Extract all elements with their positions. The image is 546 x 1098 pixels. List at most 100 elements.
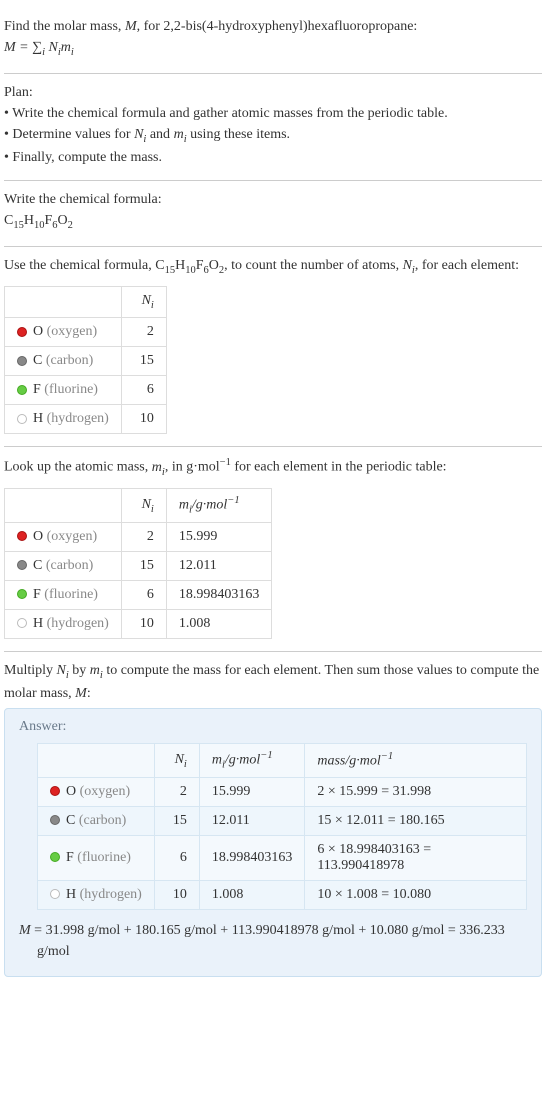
intro-line: Find the molar mass, M, for 2,2-bis(4-hy…	[4, 16, 542, 37]
table-row: F (fluorine) 6	[5, 375, 167, 404]
element-cell: C (carbon)	[38, 806, 155, 835]
count-formula: C15H10F6O2	[155, 258, 224, 273]
n-value: 2	[121, 317, 166, 346]
calc-value: 2 × 15.999 = 31.998	[305, 777, 527, 806]
table-header-row: Ni mi/g·mol−1 mass/g·mol−1	[38, 744, 527, 777]
element-dot-icon	[50, 852, 60, 862]
col-mass: mass/g·mol−1	[305, 744, 527, 777]
table-header-row: Ni mi/g·mol−1	[5, 489, 272, 522]
element-cell: F (fluorine)	[38, 835, 155, 880]
element-cell: C (carbon)	[5, 346, 122, 375]
count-section: Use the chemical formula, C15H10F6O2, to…	[4, 247, 542, 447]
table-row: H (hydrogen) 10	[5, 404, 167, 433]
element-cell: O (oxygen)	[5, 317, 122, 346]
intro-M: M	[125, 19, 137, 34]
table-row: O (oxygen) 2 15.999 2 × 15.999 = 31.998	[38, 777, 527, 806]
n-value: 15	[121, 551, 166, 580]
col-element	[5, 489, 122, 522]
m-value: 18.998403163	[166, 580, 272, 609]
element-dot-icon	[17, 356, 27, 366]
element-dot-icon	[50, 786, 60, 796]
table-row: O (oxygen) 2	[5, 317, 167, 346]
formula-heading: Write the chemical formula:	[4, 189, 542, 210]
answer-label: Answer:	[19, 719, 527, 735]
plan-bullet-1: • Write the chemical formula and gather …	[4, 103, 542, 124]
table-row: H (hydrogen) 10 1.008 10 × 1.008 = 10.08…	[38, 880, 527, 909]
element-dot-icon	[17, 385, 27, 395]
element-dot-icon	[50, 815, 60, 825]
intro-text-b: , for 2,2-bis(4-hydroxyphenyl)hexafluoro…	[137, 19, 418, 34]
element-cell: H (hydrogen)	[38, 880, 155, 909]
n-value: 2	[154, 777, 199, 806]
m-value: 15.999	[199, 777, 305, 806]
element-dot-icon	[17, 560, 27, 570]
element-dot-icon	[17, 327, 27, 337]
answer-table: Ni mi/g·mol−1 mass/g·mol−1 O (oxygen) 2 …	[37, 743, 527, 909]
n-value: 10	[121, 404, 166, 433]
col-element	[38, 744, 155, 777]
n-value: 15	[121, 346, 166, 375]
m-value: 12.011	[166, 551, 272, 580]
m-value: 12.011	[199, 806, 305, 835]
col-Ni: Ni	[154, 744, 199, 777]
m-value: 1.008	[199, 880, 305, 909]
calc-value: 10 × 1.008 = 10.080	[305, 880, 527, 909]
element-cell: O (oxygen)	[38, 777, 155, 806]
table-row: C (carbon) 15 12.011 15 × 12.011 = 180.1…	[38, 806, 527, 835]
element-cell: O (oxygen)	[5, 522, 122, 551]
m-value: 18.998403163	[199, 835, 305, 880]
n-value: 10	[121, 609, 166, 638]
plan-heading: Plan:	[4, 82, 542, 103]
n-value: 6	[154, 835, 199, 880]
formula-section: Write the chemical formula: C15H10F6O2	[4, 181, 542, 247]
mass-text: Look up the atomic mass, mi, in g·mol−1 …	[4, 455, 542, 480]
var-mi: mi	[152, 460, 165, 475]
n-value: 6	[121, 375, 166, 404]
n-value: 10	[154, 880, 199, 909]
var-M: M	[75, 686, 87, 701]
table-row: H (hydrogen) 10 1.008	[5, 609, 272, 638]
calc-value: 6 × 18.998403163 = 113.990418978	[305, 835, 527, 880]
var-Ni: Ni	[403, 258, 415, 273]
n-value: 6	[121, 580, 166, 609]
answer-box: Answer: Ni mi/g·mol−1 mass/g·mol−1 O (ox…	[4, 708, 542, 976]
mass-section: Look up the atomic mass, mi, in g·mol−1 …	[4, 447, 542, 652]
var-Ni: Ni	[134, 127, 146, 142]
col-mi: mi/g·mol−1	[166, 489, 272, 522]
element-dot-icon	[50, 889, 60, 899]
n-value: 2	[121, 522, 166, 551]
intro-section: Find the molar mass, M, for 2,2-bis(4-hy…	[4, 8, 542, 74]
element-dot-icon	[17, 531, 27, 541]
element-cell: F (fluorine)	[5, 375, 122, 404]
var-M: M	[19, 923, 31, 938]
plan-bullet-2: • Determine values for Ni and mi using t…	[4, 124, 542, 148]
table-row: O (oxygen) 2 15.999	[5, 522, 272, 551]
mass-table: Ni mi/g·mol−1 O (oxygen) 2 15.999 C (car…	[4, 488, 272, 638]
intro-text-a: Find the molar mass,	[4, 19, 125, 34]
element-dot-icon	[17, 414, 27, 424]
compute-text: Multiply Ni by mi to compute the mass fo…	[4, 660, 542, 705]
element-cell: C (carbon)	[5, 551, 122, 580]
plan-section: Plan: • Write the chemical formula and g…	[4, 74, 542, 182]
element-cell: H (hydrogen)	[5, 609, 122, 638]
element-dot-icon	[17, 589, 27, 599]
var-mi: mi	[90, 663, 103, 678]
col-Ni: Ni	[121, 489, 166, 522]
table-row: F (fluorine) 6 18.998403163	[5, 580, 272, 609]
exp-neg1: −1	[220, 457, 231, 468]
m-value: 1.008	[166, 609, 272, 638]
element-dot-icon	[17, 618, 27, 628]
col-Ni: Ni	[121, 287, 166, 318]
count-table: Ni O (oxygen) 2 C (carbon) 15 F (fluorin…	[4, 286, 167, 434]
count-text: Use the chemical formula, C15H10F6O2, to…	[4, 255, 542, 279]
final-equation: M = 31.998 g/mol + 180.165 g/mol + 113.9…	[19, 920, 527, 962]
table-header-row: Ni	[5, 287, 167, 318]
calc-value: 15 × 12.011 = 180.165	[305, 806, 527, 835]
table-row: C (carbon) 15 12.011	[5, 551, 272, 580]
var-Ni: Ni	[57, 663, 69, 678]
table-row: F (fluorine) 6 18.998403163 6 × 18.99840…	[38, 835, 527, 880]
plan-bullet-3: • Finally, compute the mass.	[4, 147, 542, 168]
col-element	[5, 287, 122, 318]
var-mi: mi	[174, 127, 187, 142]
chemical-formula: C15H10F6O2	[4, 210, 542, 234]
